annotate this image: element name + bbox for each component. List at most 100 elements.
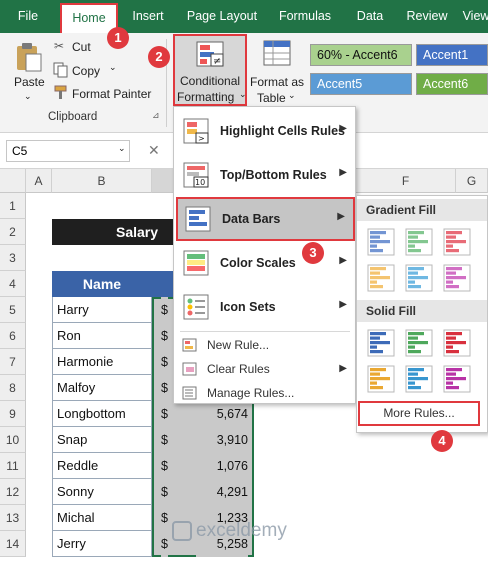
menu-item-clear-rules[interactable]: Clear Rules ▶ — [174, 357, 355, 381]
tab-formulas[interactable]: Formulas — [272, 0, 338, 33]
manage-rules-icon — [182, 386, 197, 400]
row-header[interactable]: 1 — [0, 193, 26, 219]
style-accent1[interactable]: Accent1 — [416, 44, 488, 66]
data-bar-swatch[interactable] — [405, 264, 433, 292]
table-cell-name[interactable]: Harry — [52, 297, 152, 323]
row-header[interactable]: 4 — [0, 271, 26, 297]
data-bar-swatch[interactable] — [443, 365, 471, 393]
data-bar-swatch[interactable] — [367, 329, 395, 357]
currency-symbol: $ — [161, 401, 168, 427]
svg-text:≠: ≠ — [213, 56, 221, 67]
name-column-header[interactable]: Name — [52, 271, 152, 297]
salary-value[interactable]: 4,291 — [196, 479, 248, 505]
cut-button[interactable]: Cut — [72, 40, 91, 54]
paste-icon[interactable] — [14, 41, 44, 73]
tab-file[interactable]: File — [8, 0, 48, 33]
row-header[interactable]: 14 — [0, 531, 26, 557]
format-as-table-button[interactable]: Format as — [250, 75, 304, 89]
column-header-g[interactable]: G — [456, 169, 488, 193]
menu-item-color-scales[interactable]: Color Scales ▶ — [174, 241, 355, 285]
sheet-title[interactable]: Salary Li — [52, 219, 174, 266]
column-header-f[interactable]: F — [356, 169, 456, 193]
name-box-dropdown-icon[interactable]: ⌄ — [118, 143, 126, 154]
data-bar-swatch[interactable] — [405, 329, 433, 357]
style-accent5[interactable]: Accent5 — [310, 73, 412, 95]
style-accent6[interactable]: Accent6 — [416, 73, 488, 95]
name-box[interactable]: C5 — [6, 140, 130, 162]
table-cell-name[interactable]: Reddle — [52, 453, 152, 479]
top-bottom-icon: 10 — [183, 162, 209, 188]
tab-data[interactable]: Data — [348, 0, 392, 33]
data-bar-swatch[interactable] — [405, 228, 433, 256]
data-bar-swatch[interactable] — [405, 365, 433, 393]
solid-fill-heading: Solid Fill — [357, 300, 487, 322]
menu-item-icon-sets[interactable]: Icon Sets ▶ — [174, 285, 355, 329]
menu-label: Icon Sets — [220, 300, 276, 314]
conditional-formatting-menu: > Highlight Cells Rules ▶ 10 Top/Bottom … — [173, 106, 356, 404]
table-cell-name[interactable]: Harmonie — [52, 349, 152, 375]
table-cell-name[interactable]: Malfoy — [52, 375, 152, 401]
format-painter-button[interactable]: Format Painter — [72, 87, 151, 101]
column-header-a[interactable]: A — [26, 169, 52, 193]
clipboard-launcher-icon[interactable]: ⊿ — [152, 110, 160, 121]
select-all-corner[interactable] — [0, 169, 26, 193]
row-header[interactable]: 11 — [0, 453, 26, 479]
tab-view[interactable]: View — [459, 0, 488, 33]
data-bar-swatch[interactable] — [443, 228, 471, 256]
row-header[interactable]: 10 — [0, 427, 26, 453]
format-table-dropdown-icon[interactable]: ⌄ — [288, 90, 296, 101]
tab-insert[interactable]: Insert — [125, 0, 171, 33]
data-bar-swatch[interactable] — [367, 365, 395, 393]
row-header[interactable]: 6 — [0, 323, 26, 349]
tab-review[interactable]: Review — [401, 0, 453, 33]
salary-column-header[interactable] — [152, 271, 174, 297]
cond-fmt-dropdown-icon: ⌄ — [239, 89, 247, 99]
column-header-c[interactable] — [152, 169, 174, 193]
table-cell-name[interactable]: Jerry — [52, 531, 152, 557]
column-header-b[interactable]: B — [52, 169, 152, 193]
table-cell-name[interactable]: Ron — [52, 323, 152, 349]
row-header[interactable]: 3 — [0, 245, 26, 271]
new-rule-icon — [182, 338, 197, 352]
conditional-formatting-button[interactable]: ≠ Conditional Formatting ⌄ — [173, 34, 247, 106]
paste-dropdown-icon[interactable]: ⌄ — [24, 91, 32, 102]
menu-item-data-bars[interactable]: Data Bars ▶ — [176, 197, 355, 241]
menu-item-highlight-cells-rules[interactable]: > Highlight Cells Rules ▶ — [174, 109, 355, 153]
table-cell-name[interactable]: Michal — [52, 505, 152, 531]
tab-page-layout[interactable]: Page Layout — [181, 0, 263, 33]
data-bars-submenu: Gradient Fill Solid Fill More Rules... — [356, 195, 488, 433]
row-header[interactable]: 9 — [0, 401, 26, 427]
style-60-accent6[interactable]: 60% - Accent6 — [310, 44, 412, 66]
data-bar-swatch[interactable] — [443, 264, 471, 292]
copy-dropdown-icon[interactable]: ⌄ — [109, 62, 117, 73]
submenu-arrow-icon: ▶ — [339, 299, 347, 310]
submenu-arrow-icon: ▶ — [339, 363, 347, 374]
row-header[interactable]: 8 — [0, 375, 26, 401]
copy-button[interactable]: Copy — [72, 64, 100, 78]
more-rules-button[interactable]: More Rules... — [358, 401, 480, 426]
ribbon-tab-bar: File Home Insert Page Layout Formulas Da… — [0, 0, 488, 33]
row-header[interactable]: 12 — [0, 479, 26, 505]
color-scales-icon — [183, 250, 209, 276]
tab-home[interactable]: Home — [60, 3, 118, 33]
paste-button[interactable]: Paste — [14, 75, 45, 89]
data-bar-swatch[interactable] — [443, 329, 471, 357]
menu-item-manage-rules[interactable]: Manage Rules... — [174, 381, 355, 405]
row-header[interactable]: 13 — [0, 505, 26, 531]
menu-item-top-bottom-rules[interactable]: 10 Top/Bottom Rules ▶ — [174, 153, 355, 197]
row-header[interactable]: 5 — [0, 297, 26, 323]
data-bar-swatch[interactable] — [367, 264, 395, 292]
data-bar-swatch[interactable] — [367, 228, 395, 256]
row-header[interactable]: 7 — [0, 349, 26, 375]
menu-divider — [180, 331, 350, 332]
table-cell-name[interactable]: Snap — [52, 427, 152, 453]
table-cell-name[interactable]: Sonny — [52, 479, 152, 505]
submenu-arrow-icon: ▶ — [339, 167, 347, 178]
copy-icon — [53, 62, 68, 78]
cancel-icon[interactable]: ✕ — [148, 142, 160, 159]
row-header[interactable]: 2 — [0, 219, 26, 245]
salary-value[interactable]: 1,076 — [196, 453, 248, 479]
table-cell-name[interactable]: Longbottom — [52, 401, 152, 427]
menu-item-new-rule[interactable]: New Rule... — [174, 333, 355, 357]
salary-value[interactable]: 3,910 — [196, 427, 248, 453]
